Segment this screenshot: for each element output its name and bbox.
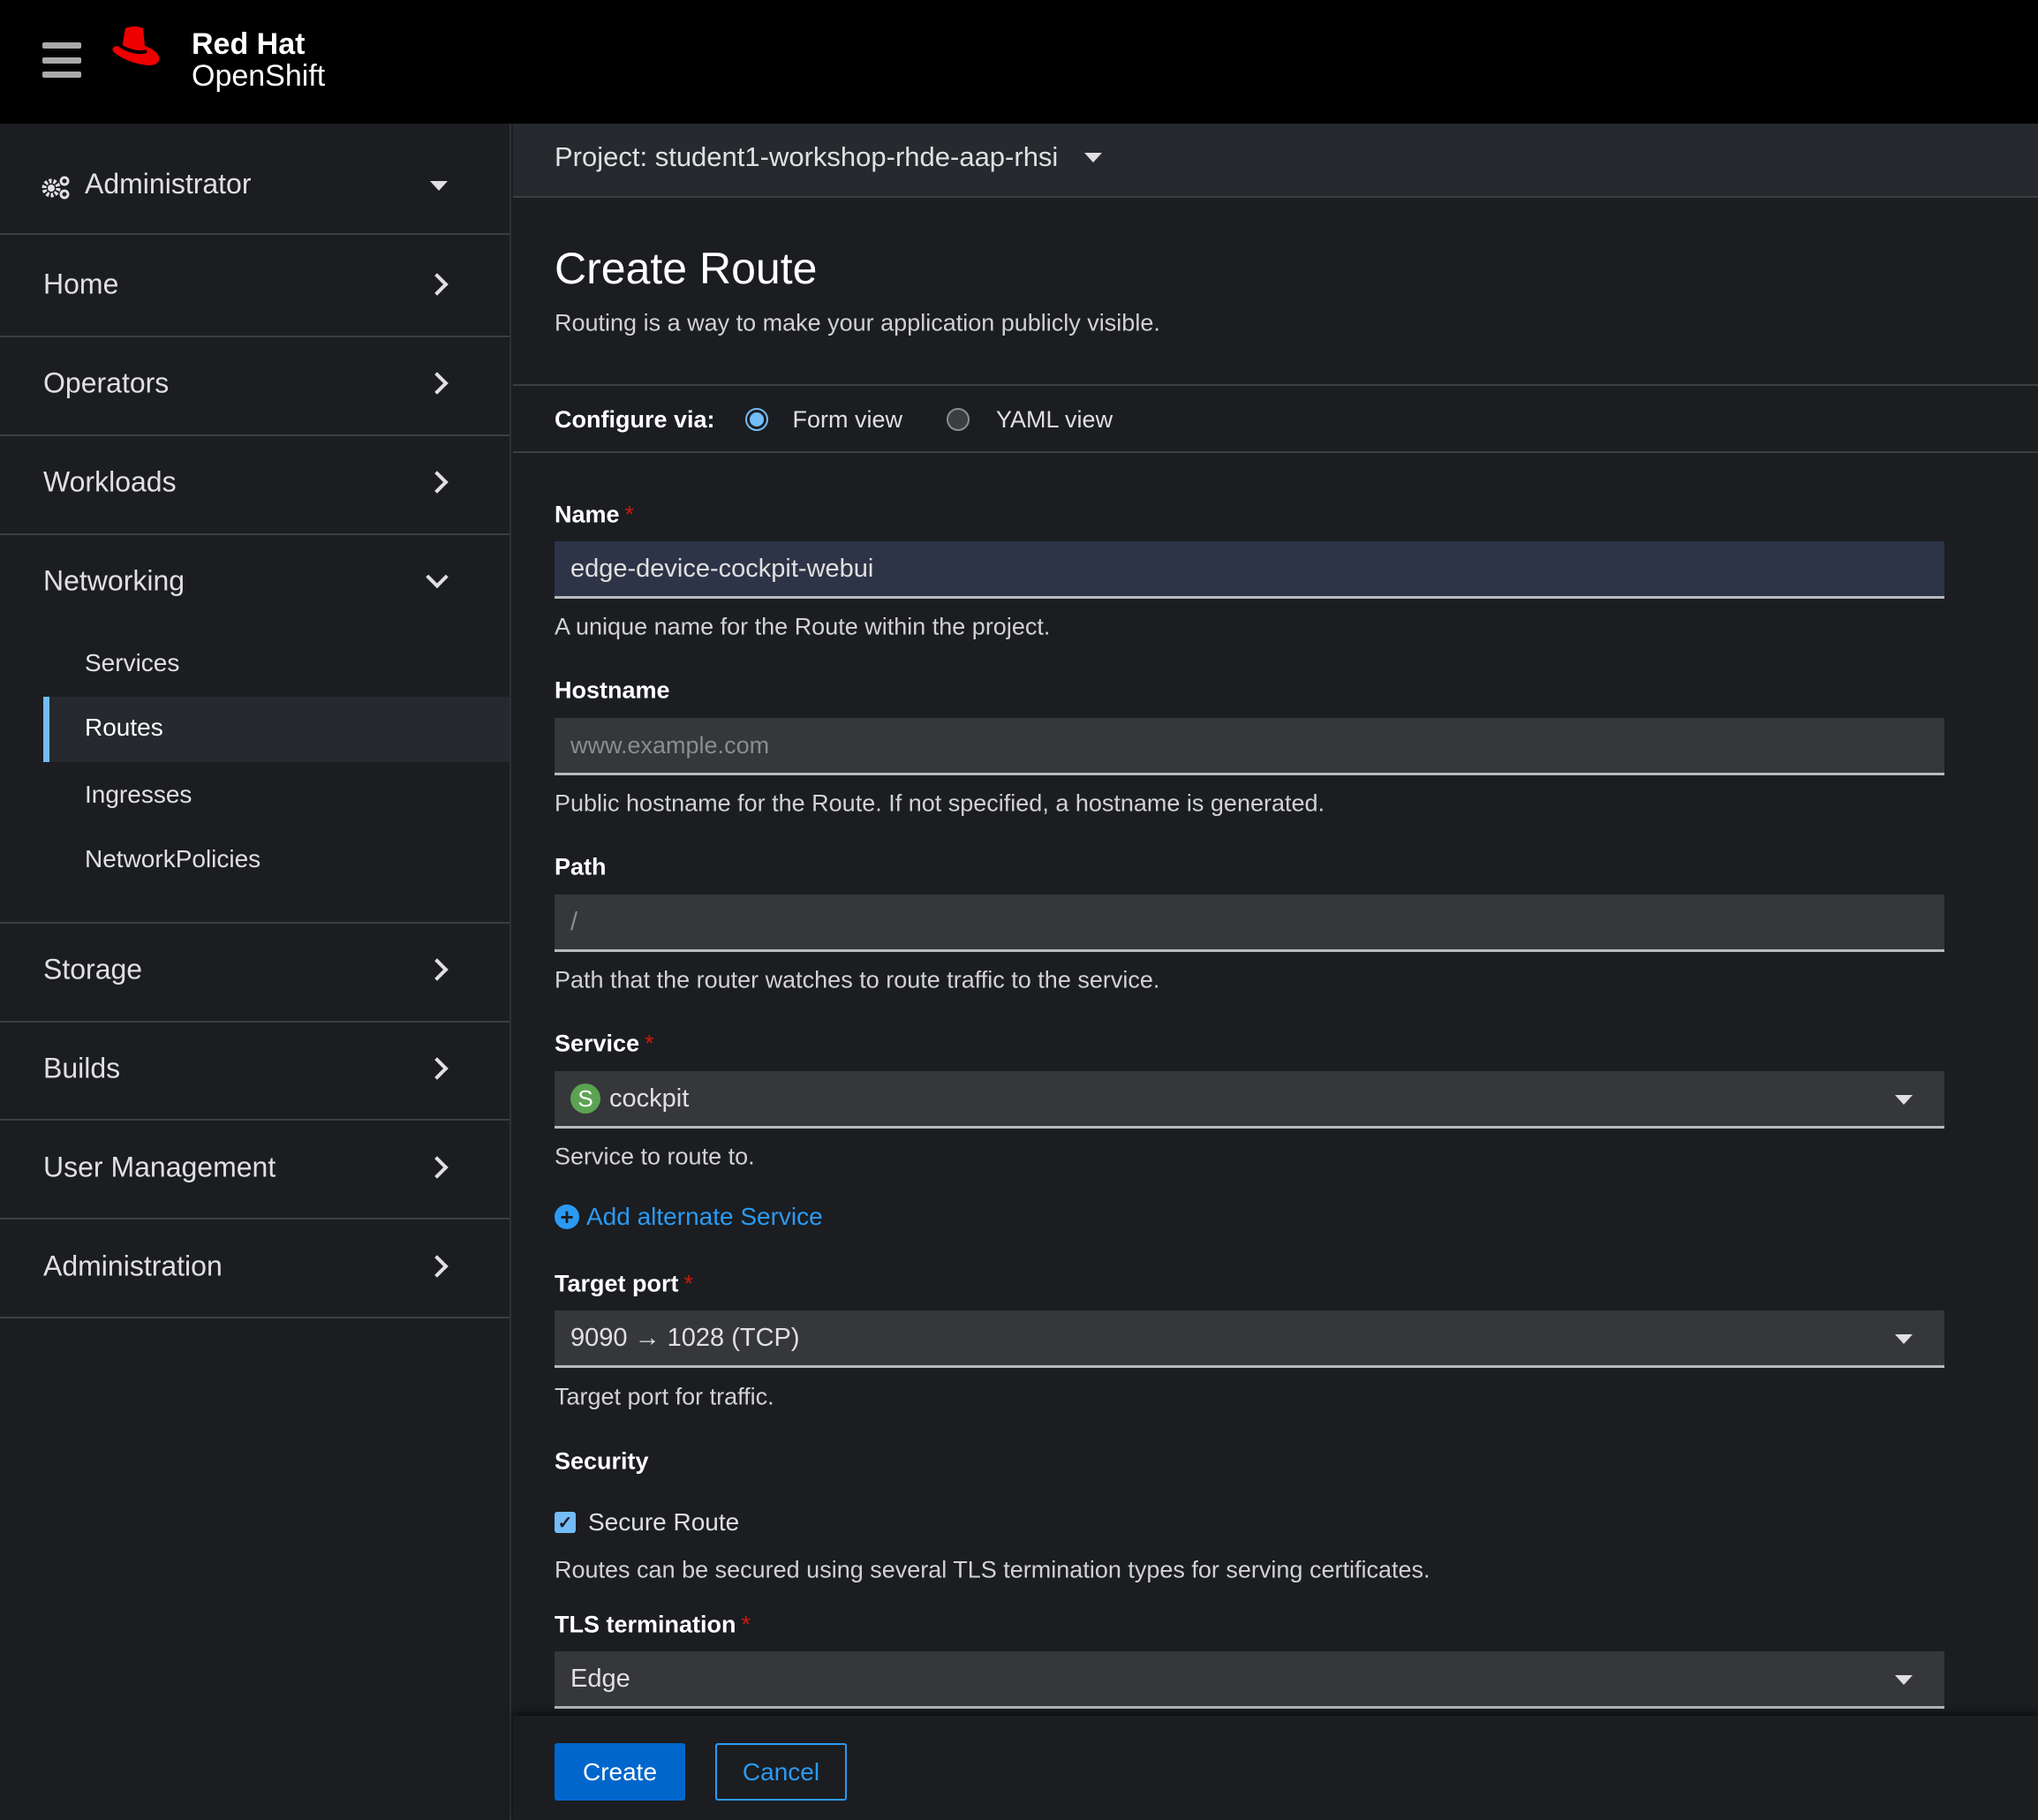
chevron-right-icon (426, 958, 449, 981)
hostname-placeholder: www.example.com (570, 731, 770, 759)
security-label: Security (555, 1447, 649, 1475)
nav-label: Builds (43, 1052, 121, 1084)
divider (0, 533, 510, 535)
divider (0, 336, 510, 337)
divider (0, 434, 510, 436)
nav-label: Operators (43, 366, 170, 399)
caret-down-icon (430, 181, 448, 191)
target-port-value: 9090 → 1028 (TCP) (570, 1323, 800, 1352)
hamburger-menu-icon[interactable] (42, 42, 81, 78)
chevron-right-icon (426, 372, 449, 395)
divider (513, 384, 2038, 386)
create-button[interactable]: Create (555, 1743, 685, 1801)
target-port-select[interactable]: 9090 → 1028 (TCP) (555, 1310, 1944, 1368)
service-badge: S (570, 1084, 600, 1114)
form-footer: Create Cancel (513, 1716, 2038, 1820)
nav-label: Storage (43, 953, 143, 986)
target-port-label: Target port * (555, 1270, 694, 1297)
form-view-label[interactable]: Form view (793, 406, 903, 434)
divider (0, 1021, 510, 1023)
sidebar-subitem-ingresses[interactable]: Ingresses (85, 781, 192, 809)
divider (0, 233, 510, 235)
nav-label: Administration (43, 1250, 223, 1282)
sidebar-subitem-services[interactable]: Services (85, 649, 179, 677)
sidebar: Administrator Home Operators Workloads N… (0, 124, 511, 1820)
divider (0, 1218, 510, 1220)
chevron-right-icon (426, 1057, 449, 1080)
sidebar-subitem-routes[interactable]: Routes (43, 697, 510, 762)
divider (0, 922, 510, 924)
sidebar-subitem-networkpolicies[interactable]: NetworkPolicies (85, 845, 260, 873)
name-label: Name * (555, 501, 635, 528)
name-help: A unique name for the Route within the p… (555, 613, 1051, 640)
chevron-right-icon (426, 273, 449, 296)
form-view-radio[interactable] (744, 408, 768, 431)
nav-label: Routes (85, 714, 163, 741)
path-help: Path that the router watches to route tr… (555, 966, 1160, 993)
nav-label: Home (43, 268, 119, 300)
divider (513, 451, 2038, 453)
tls-termination-label: TLS termination * (555, 1611, 751, 1638)
cogs-icon (42, 176, 70, 200)
chevron-right-icon (426, 1156, 449, 1179)
path-label: Path (555, 853, 607, 880)
path-placeholder: / (570, 907, 578, 936)
project-dropdown[interactable]: Project: student1-workshop-rhde-aap-rhsi (555, 141, 1103, 173)
cancel-button[interactable]: Cancel (715, 1743, 847, 1801)
chevron-right-icon (426, 1255, 449, 1278)
masthead: Red Hat OpenShift (0, 0, 2038, 124)
nav-label: User Management (43, 1151, 276, 1183)
caret-down-icon (1084, 152, 1103, 162)
page-subtitle: Routing is a way to make your applicatio… (555, 309, 1160, 336)
brand-name[interactable]: Red Hat OpenShift (192, 28, 325, 92)
target-port-help: Target port for traffic. (555, 1383, 774, 1410)
red-hat-logo-icon[interactable] (109, 25, 162, 71)
plus-circle-icon: + (555, 1204, 579, 1230)
secure-route-label: Secure Route (588, 1508, 740, 1536)
yaml-view-label[interactable]: YAML view (996, 406, 1113, 434)
perspective-label: Administrator (85, 168, 252, 200)
add-alternate-label: Add alternate Service (586, 1203, 823, 1230)
chevron-down-icon (426, 565, 449, 589)
page-title: Create Route (555, 244, 818, 293)
hostname-label: Hostname (555, 676, 670, 704)
hostname-help: Public hostname for the Route. If not sp… (555, 789, 1325, 817)
brand-line1: Red Hat (192, 27, 306, 61)
nav-label: Workloads (43, 465, 177, 498)
tls-termination-select[interactable]: Edge (555, 1651, 1944, 1709)
caret-down-icon (1895, 1334, 1913, 1344)
security-help: Routes can be secured using several TLS … (555, 1556, 1430, 1583)
divider (0, 1119, 510, 1121)
service-help: Service to route to. (555, 1143, 755, 1170)
project-label: Project: student1-workshop-rhde-aap-rhsi (555, 141, 1059, 172)
service-label: Service * (555, 1030, 654, 1057)
brand-line2: OpenShift (192, 59, 326, 93)
path-input[interactable]: / (555, 895, 1944, 952)
service-value: cockpit (609, 1084, 690, 1113)
configure-via: Configure via: Form view YAML view (555, 402, 1113, 437)
add-alternate-service-link[interactable]: + Add alternate Service (555, 1203, 823, 1231)
chevron-right-icon (426, 471, 449, 494)
yaml-view-radio[interactable] (947, 408, 970, 431)
hostname-input[interactable]: www.example.com (555, 718, 1944, 775)
perspective-switcher[interactable]: Administrator (0, 150, 510, 219)
divider (0, 1317, 510, 1318)
checkbox-checked-icon: ✓ (555, 1512, 576, 1533)
secure-route-checkbox[interactable]: ✓ Secure Route (555, 1508, 739, 1537)
caret-down-icon (1895, 1675, 1913, 1685)
caret-down-icon (1895, 1095, 1913, 1105)
nav-label: Networking (43, 564, 185, 597)
configure-label: Configure via: (555, 405, 715, 433)
name-value: edge-device-cockpit-webui (570, 554, 874, 583)
tls-value: Edge (570, 1664, 630, 1693)
project-selector-bar: Project: student1-workshop-rhde-aap-rhsi (513, 124, 2038, 198)
service-select[interactable]: S cockpit (555, 1071, 1944, 1129)
name-input[interactable]: edge-device-cockpit-webui (555, 541, 1944, 599)
